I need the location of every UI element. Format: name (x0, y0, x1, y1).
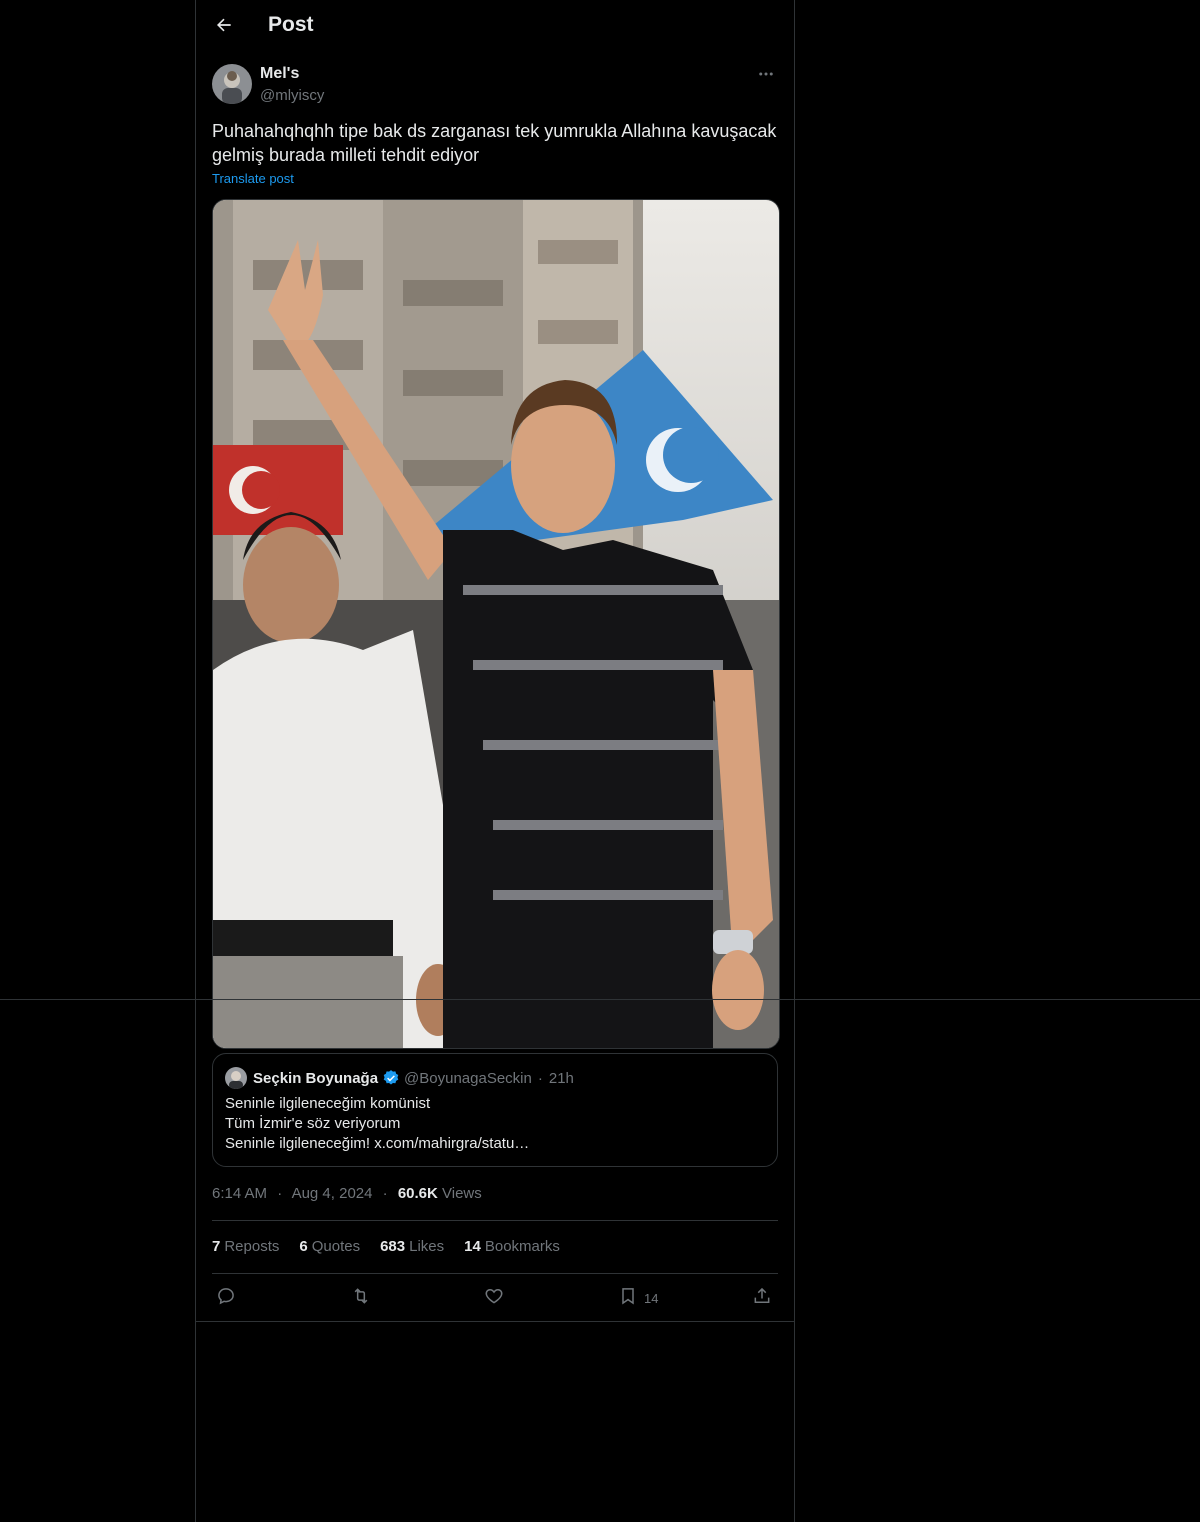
post-image[interactable] (212, 199, 780, 1049)
post-text: Puhahahqhqhh tipe bak ds zarganası tek y… (212, 121, 777, 165)
reposts-label: Reposts (224, 1238, 280, 1255)
likes-stat[interactable]: 683 Likes (380, 1238, 444, 1255)
reposts-stat[interactable]: 7 Reposts (212, 1238, 279, 1255)
bookmarks-count: 14 (464, 1238, 481, 1255)
author-handle[interactable]: @mlyiscy (260, 87, 324, 104)
divider (0, 999, 1200, 1000)
views-count: 60.6K (397, 1185, 438, 1202)
more-options-button[interactable] (754, 64, 778, 88)
top-bar: Post (196, 0, 794, 54)
quoted-line: Seninle ilgileneceğim! x.com/mahirgra/st… (225, 1135, 530, 1152)
engagement-stats: 7 Reposts 6 Quotes 683 Likes 14 Bookmarks (212, 1238, 580, 1255)
quoted-text: Seninle ilgileneceğim komünist Tüm İzmir… (225, 1094, 765, 1154)
meta-separator: · (382, 1185, 388, 1202)
author-name[interactable]: Mel's (260, 65, 299, 83)
repost-button[interactable] (350, 1284, 372, 1312)
verified-badge-icon (382, 1069, 400, 1087)
bookmarks-label: Bookmarks (484, 1238, 560, 1255)
reply-icon (216, 1286, 236, 1311)
views-label: Views (442, 1185, 482, 1202)
post-author: Mel's @mlyiscy (212, 64, 778, 108)
quoted-separator: · (537, 1069, 543, 1087)
reposts-count: 7 (212, 1238, 221, 1255)
quotes-count: 6 (299, 1238, 308, 1255)
bookmarks-stat[interactable]: 14 Bookmarks (464, 1238, 560, 1255)
back-button[interactable] (208, 11, 240, 43)
arrow-left-icon (214, 15, 234, 40)
quoted-author-avatar (225, 1067, 247, 1089)
post-date[interactable]: Aug 4, 2024 (292, 1185, 373, 1202)
repost-icon (350, 1286, 372, 1311)
likes-label: Likes (409, 1238, 445, 1255)
post-time[interactable]: 6:14 AM (212, 1185, 267, 1202)
divider (212, 1220, 778, 1221)
divider (212, 1273, 778, 1274)
meta-separator: · (277, 1185, 283, 1202)
bookmark-count: 14 (644, 1290, 659, 1306)
quoted-author-handle: @BoyunagaSeckin (404, 1069, 532, 1087)
quoted-header: Seçkin Boyunağa @BoyunagaSeckin · 21h (253, 1069, 574, 1087)
heart-icon (484, 1286, 504, 1311)
like-button[interactable] (484, 1284, 504, 1312)
quoted-post[interactable]: Seçkin Boyunağa @BoyunagaSeckin · 21h Se… (212, 1053, 778, 1167)
main-column: Post Mel's @mlyiscy Puhahahqhqhh tipe ba… (195, 0, 795, 1522)
action-bar: 14 (212, 1284, 778, 1312)
bookmark-icon (618, 1286, 638, 1311)
quoted-line: Tüm İzmir'e söz veriyorum (225, 1115, 401, 1132)
quoted-line: Seninle ilgileneceğim komünist (225, 1095, 431, 1112)
reply-button[interactable] (216, 1284, 236, 1312)
post-meta: 6:14 AM · Aug 4, 2024 · 60.6K Views (212, 1185, 482, 1202)
quotes-label: Quotes (311, 1238, 361, 1255)
avatar[interactable] (212, 64, 252, 104)
quotes-stat[interactable]: 6 Quotes (299, 1238, 360, 1255)
bookmark-button[interactable]: 14 (618, 1284, 658, 1312)
quoted-timestamp: 21h (548, 1069, 574, 1087)
share-icon (752, 1286, 772, 1311)
likes-count: 683 (380, 1238, 406, 1255)
more-horizontal-icon (757, 65, 775, 88)
translate-post-link[interactable]: Translate post (212, 171, 294, 186)
divider (196, 1321, 794, 1322)
share-button[interactable] (752, 1284, 772, 1312)
page-title: Post (268, 13, 314, 36)
quoted-author-name: Seçkin Boyunağa (253, 1069, 379, 1087)
